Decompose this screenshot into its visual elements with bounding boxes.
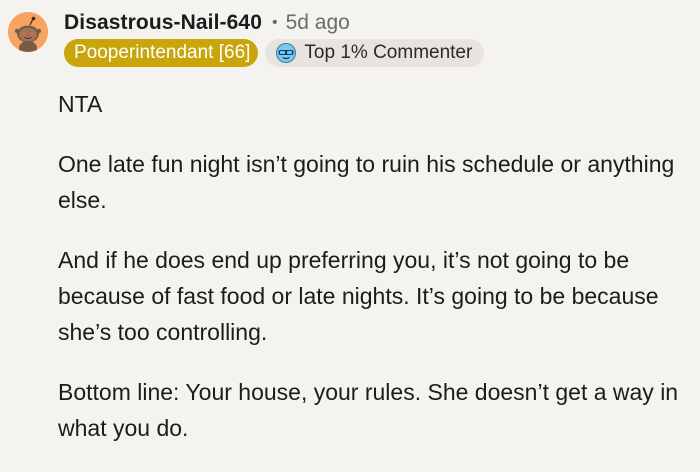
comment-paragraph: Bottom line: Your house, your rules. She… xyxy=(58,379,679,441)
snoo-avatar-icon[interactable] xyxy=(8,12,48,52)
achievement-badge[interactable]: Top 1% Commenter xyxy=(265,39,485,67)
timestamp[interactable]: 5d ago xyxy=(286,11,350,35)
badge-row: Pooperintendant [66] Top 1% Commenter xyxy=(64,39,485,67)
achievement-label: Top 1% Commenter xyxy=(304,42,473,63)
username-link[interactable]: Disastrous-Nail-640 xyxy=(64,11,262,35)
top-commenter-icon xyxy=(275,42,297,64)
user-flair[interactable]: Pooperintendant [66] xyxy=(64,39,259,67)
comment-paragraph: One late fun night isn’t going to ruin h… xyxy=(58,151,675,213)
comment-body: NTA One late fun night isn’t going to ru… xyxy=(58,86,688,470)
comment-paragraph: NTA xyxy=(58,91,103,117)
comment: Disastrous-Nail-640 • 5d ago Pooperinten… xyxy=(0,0,700,472)
comment-header: Disastrous-Nail-640 • 5d ago xyxy=(64,8,350,38)
comment-paragraph: And if he does end up preferring you, it… xyxy=(58,247,659,345)
separator-dot: • xyxy=(271,14,278,31)
